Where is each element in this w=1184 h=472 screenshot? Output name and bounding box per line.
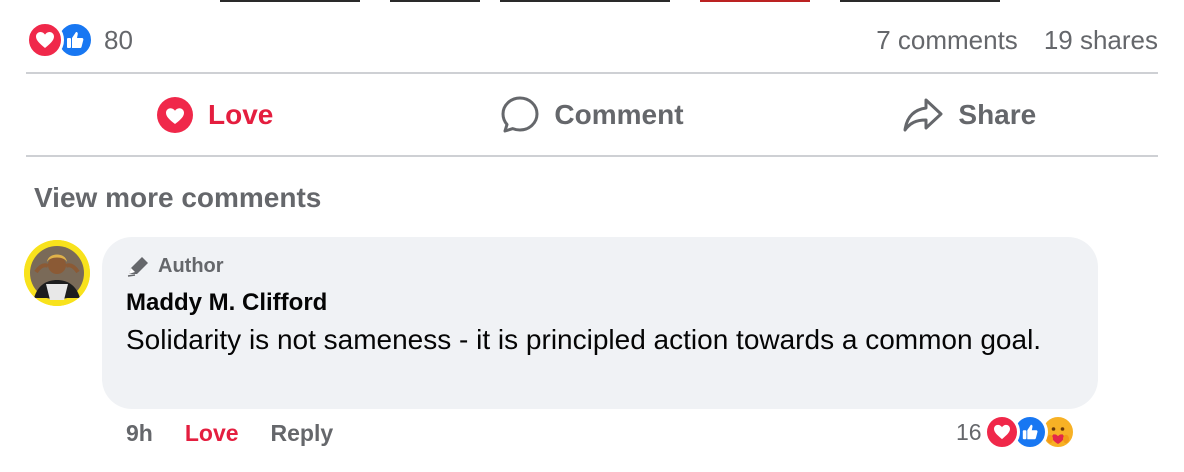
comment-love-link[interactable]: Love <box>185 420 239 447</box>
shares-count-link[interactable]: 19 shares <box>1044 25 1158 56</box>
love-button-label: Love <box>207 99 274 130</box>
love-icon <box>156 97 193 133</box>
post-reactions[interactable]: 80 <box>26 21 133 59</box>
divider <box>26 72 1158 74</box>
comment-reactions[interactable]: 16 <box>956 414 1076 450</box>
share-button-label: Share <box>958 99 1037 130</box>
comment-reply-link[interactable]: Reply <box>271 420 334 447</box>
comments-count-link[interactable]: 7 comments <box>876 25 1018 56</box>
post-action-bar: Love Comment Share <box>26 76 1158 154</box>
love-icon <box>26 21 64 59</box>
author-badge: Author <box>126 253 1074 279</box>
share-button[interactable]: Share <box>781 76 1158 154</box>
pencil-icon <box>127 257 148 277</box>
comment-button-label: Comment <box>554 99 684 130</box>
view-more-comments-link[interactable]: View more comments <box>34 182 321 214</box>
avatar[interactable] <box>24 240 90 306</box>
comment-meta: 9h Love Reply <box>126 420 333 447</box>
comment-timestamp[interactable]: 9h <box>126 420 153 447</box>
author-badge-label: Author <box>158 254 224 277</box>
love-icon <box>983 414 1020 450</box>
comment-reaction-count: 16 <box>956 418 982 445</box>
divider <box>26 155 1158 157</box>
reaction-count: 80 <box>104 24 133 55</box>
top-image-edge <box>0 0 1184 2</box>
comment-text: Solidarity is not sameness - it is princ… <box>126 324 1042 355</box>
share-icon <box>903 98 943 132</box>
comment-icon <box>501 96 539 133</box>
post-stats-bar: 80 7 comments 19 shares <box>26 18 1158 62</box>
comment-bubble: Author Maddy M. Clifford Solidarity is n… <box>102 237 1098 409</box>
commenter-name[interactable]: Maddy M. Clifford <box>126 289 1074 317</box>
comment-button[interactable]: Comment <box>403 76 780 154</box>
love-button[interactable]: Love <box>26 76 403 154</box>
